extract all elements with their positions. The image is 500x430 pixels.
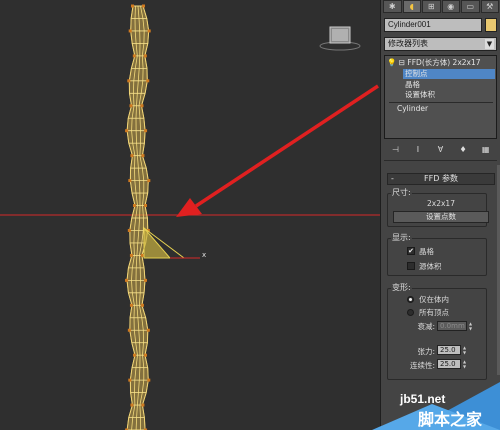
lattice-checkbox[interactable]: ✔ [407, 247, 415, 255]
control-point [147, 179, 151, 183]
gizmo-x-label: x [202, 251, 206, 259]
continuity-spinner-icon[interactable]: ▲ ▼ [462, 359, 467, 369]
display-group-label: 显示: [391, 232, 412, 243]
control-point [141, 403, 145, 407]
continuity-input[interactable]: 25.0 [437, 359, 461, 369]
tension-label: 张力: [417, 347, 435, 356]
control-point [130, 403, 134, 407]
control-point [132, 54, 136, 58]
utilities-tab-icon[interactable]: ⚒ [480, 0, 499, 13]
rollout-title: FFD 参数 [424, 174, 458, 183]
annotation-arrow [176, 84, 379, 217]
configure-sets-icon[interactable]: ▦ [481, 145, 491, 155]
create-tab-icon[interactable]: ✱ [383, 0, 402, 13]
modifier-list-label: 修改器列表 [388, 39, 428, 48]
control-point [132, 353, 136, 357]
modifier-stack[interactable]: 💡 ⊟ FFD(长方体) 2x2x17 控制点 晶格 设置体积 Cylinder [384, 55, 497, 139]
rollout-toggle[interactable]: - [391, 174, 394, 184]
make-unique-icon[interactable]: ∀ [435, 145, 445, 155]
control-point [144, 129, 148, 133]
display-tab-icon[interactable]: ▭ [461, 0, 480, 13]
control-point [147, 378, 151, 382]
control-point [143, 54, 147, 58]
control-point [128, 29, 132, 33]
control-point [127, 328, 131, 332]
stack-item-control-points[interactable]: 控制点 [403, 69, 495, 79]
control-point [128, 378, 132, 382]
watermark-site: jb51.net [400, 392, 446, 406]
watermark-brand: 脚本之家 [418, 410, 483, 429]
control-point [131, 4, 134, 8]
control-point [142, 4, 145, 8]
control-point [127, 79, 131, 83]
control-point [129, 303, 133, 307]
stack-toolbar: ⊣ Ι ∀ ♦ ▦ [384, 144, 497, 156]
object-color-swatch[interactable] [485, 18, 497, 32]
deform-group-label: 变形: [391, 282, 412, 293]
control-point [143, 204, 147, 208]
move-gizmo[interactable]: x [143, 226, 206, 259]
chevron-down-icon[interactable]: ▼ [485, 39, 494, 49]
dimensions-value: 2x2x17 [427, 199, 455, 208]
command-panel-tabs: ✱ ◖ ⊞ ◉ ▭ ⚒ [383, 0, 499, 14]
only-in-volume-radio[interactable] [407, 296, 414, 303]
panel-divider [384, 160, 497, 161]
control-point [132, 204, 136, 208]
stack-separator [389, 102, 493, 103]
control-point [140, 253, 144, 257]
control-point [129, 253, 133, 257]
control-point [146, 79, 150, 83]
command-panel: ✱ ◖ ⊞ ◉ ▭ ⚒ Cylinder001 修改器列表 ▼ 💡 ⊟ FFD(… [380, 0, 500, 430]
stack-item-cylinder[interactable]: Cylinder [397, 104, 428, 114]
hierarchy-tab-icon[interactable]: ⊞ [422, 0, 441, 13]
set-points-button[interactable]: 设置点数 [393, 211, 489, 223]
stack-item-set-volume[interactable]: 设置体积 [405, 90, 435, 100]
remove-modifier-icon[interactable]: ♦ [458, 145, 468, 155]
source-volume-checkbox[interactable] [407, 262, 415, 270]
control-point [144, 278, 148, 282]
continuity-label: 连续性: [409, 361, 435, 370]
all-vertices-radio[interactable] [407, 309, 414, 316]
stack-item-lattice[interactable]: 晶格 [405, 80, 420, 90]
show-end-result-icon[interactable]: Ι [413, 145, 423, 155]
control-point [125, 129, 129, 133]
modify-tab-icon[interactable]: ◖ [402, 0, 421, 13]
falloff-label: 衰减: [417, 322, 435, 331]
motion-tab-icon[interactable]: ◉ [441, 0, 460, 13]
control-point [147, 29, 151, 33]
gizmo-plane-handle[interactable] [143, 226, 172, 259]
falloff-input[interactable]: 0.0mm [437, 321, 467, 331]
twisted-cylinder-mesh[interactable] [125, 4, 151, 430]
stack-item-ffd[interactable]: 💡 ⊟ FFD(长方体) 2x2x17 [387, 58, 495, 68]
stack-item-ffd-label: FFD(长方体) 2x2x17 [407, 58, 481, 67]
control-point [128, 179, 132, 183]
control-point [130, 154, 134, 158]
expand-minus-icon[interactable]: ⊟ [399, 58, 405, 67]
tension-input[interactable]: 25.0 [437, 345, 461, 355]
all-vertices-label: 所有顶点 [419, 308, 449, 317]
lattice-checkbox-label: 晶格 [419, 247, 434, 256]
control-point [143, 353, 147, 357]
viewport-perspective[interactable]: x [0, 0, 380, 430]
viewcube-icon[interactable] [318, 24, 362, 52]
control-point [140, 303, 144, 307]
dimensions-group-label: 尺寸: [391, 187, 412, 198]
only-in-volume-label: 仅在体内 [419, 295, 449, 304]
rollout-ffd-parameters[interactable]: - FFD 参数 [387, 173, 495, 185]
control-point [125, 278, 129, 282]
falloff-spinner-icon[interactable]: ▲ ▼ [468, 321, 473, 331]
viewport-canvas[interactable]: x [0, 0, 380, 430]
modifier-list-dropdown[interactable]: 修改器列表 ▼ [384, 37, 497, 51]
control-point [129, 104, 133, 108]
control-point [146, 328, 150, 332]
pin-stack-icon[interactable]: ⊣ [390, 145, 400, 155]
control-point [127, 228, 131, 232]
control-point [141, 154, 145, 158]
object-name-field[interactable]: Cylinder001 [384, 18, 482, 32]
control-point [140, 104, 144, 108]
tension-spinner-icon[interactable]: ▲ ▼ [462, 345, 467, 355]
lightbulb-icon[interactable]: 💡 [387, 58, 396, 67]
source-volume-checkbox-label: 源体积 [419, 262, 442, 271]
